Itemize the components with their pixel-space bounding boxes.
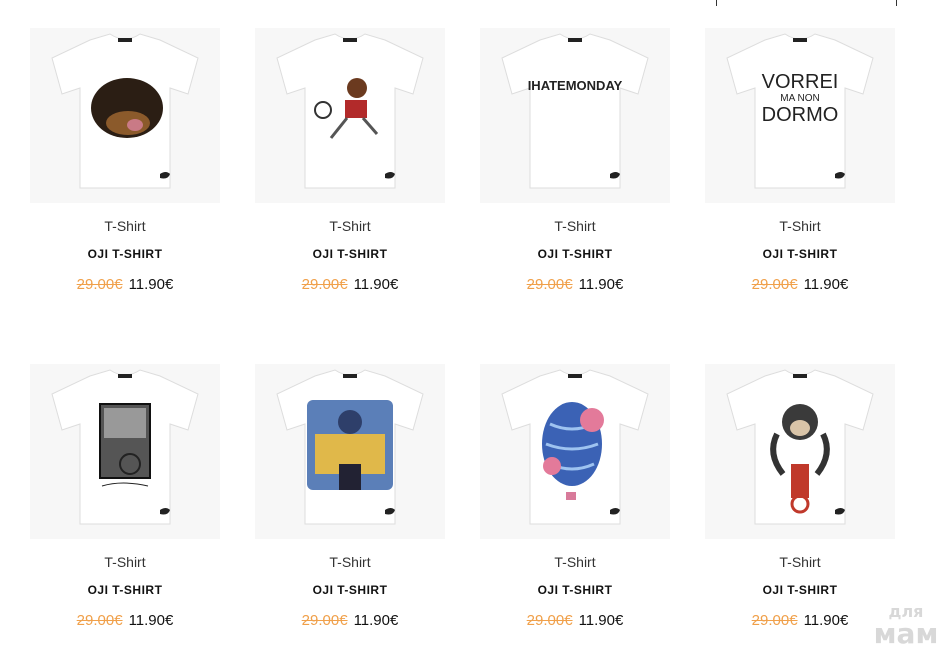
tennis-cartoon-print xyxy=(347,78,367,98)
tshirt-image xyxy=(276,33,424,189)
product-image[interactable]: VORREI MA NON DORMO xyxy=(705,28,895,203)
product-name[interactable]: OJI T-SHIRT xyxy=(255,583,445,597)
tshirt-image xyxy=(276,369,424,525)
product-category[interactable]: T-Shirt xyxy=(480,218,670,234)
product-name[interactable]: OJI T-SHIRT xyxy=(480,247,670,261)
product-name[interactable]: OJI T-SHIRT xyxy=(705,247,895,261)
sale-price: 11.90€ xyxy=(578,276,624,293)
product-price: 29.00€ 11.90€ xyxy=(705,276,895,293)
product-price: 29.00€ 11.90€ xyxy=(480,612,670,629)
watermark-line-2: мам xyxy=(873,617,939,650)
product-category[interactable]: T-Shirt xyxy=(255,218,445,234)
old-price: 29.00€ xyxy=(526,612,573,629)
tshirt-image: VORREI MA NON DORMO xyxy=(726,33,874,189)
product-image[interactable] xyxy=(255,364,445,539)
product-category[interactable]: T-Shirt xyxy=(480,554,670,570)
sale-price: 11.90€ xyxy=(353,612,399,629)
sale-price: 11.90€ xyxy=(803,276,849,293)
tshirt-image xyxy=(501,369,649,525)
product-price: 29.00€ 11.90€ xyxy=(480,276,670,293)
product-name[interactable]: OJI T-SHIRT xyxy=(30,583,220,597)
old-price: 29.00€ xyxy=(301,612,348,629)
old-price: 29.00€ xyxy=(76,612,123,629)
print-text: DORMO xyxy=(762,104,839,126)
product-grid: T-Shirt OJI T-SHIRT 29.00€ 11.90€ T-Shirt… xyxy=(0,0,951,658)
product-name[interactable]: OJI T-SHIRT xyxy=(30,247,220,261)
product-price: 29.00€ 11.90€ xyxy=(30,276,220,293)
print-text: VORREI xyxy=(762,71,839,93)
product-name[interactable]: OJI T-SHIRT xyxy=(480,583,670,597)
product-price: 29.00€ 11.90€ xyxy=(30,612,220,629)
print-text: IHATEMONDAY xyxy=(528,78,623,93)
tshirt-image xyxy=(51,369,199,525)
product-category[interactable]: T-Shirt xyxy=(705,218,895,234)
product-price: 29.00€ 11.90€ xyxy=(255,612,445,629)
old-price: 29.00€ xyxy=(751,276,798,293)
product-image[interactable] xyxy=(705,364,895,539)
tshirt-image xyxy=(726,369,874,525)
sale-price: 11.90€ xyxy=(128,276,174,293)
old-price: 29.00€ xyxy=(76,276,123,293)
old-price: 29.00€ xyxy=(526,276,573,293)
product-image[interactable] xyxy=(480,364,670,539)
product-category[interactable]: T-Shirt xyxy=(30,554,220,570)
product-image[interactable] xyxy=(30,28,220,203)
print-text: MA NON xyxy=(780,93,819,104)
watermark-logo: для мам xyxy=(866,604,946,648)
product-price: 29.00€ 11.90€ xyxy=(255,276,445,293)
sale-price: 11.90€ xyxy=(128,612,174,629)
old-price: 29.00€ xyxy=(301,276,348,293)
tshirt-image xyxy=(51,33,199,189)
product-image[interactable] xyxy=(30,364,220,539)
old-price: 29.00€ xyxy=(751,612,798,629)
product-name[interactable]: OJI T-SHIRT xyxy=(255,247,445,261)
product-image[interactable]: IHATEMONDAY xyxy=(480,28,670,203)
sale-price: 11.90€ xyxy=(803,612,849,629)
product-image[interactable] xyxy=(255,28,445,203)
product-category[interactable]: T-Shirt xyxy=(255,554,445,570)
tshirt-image: IHATEMONDAY xyxy=(501,33,649,189)
product-name[interactable]: OJI T-SHIRT xyxy=(705,583,895,597)
sale-price: 11.90€ xyxy=(578,612,624,629)
product-category[interactable]: T-Shirt xyxy=(705,554,895,570)
product-category[interactable]: T-Shirt xyxy=(30,218,220,234)
sale-price: 11.90€ xyxy=(353,276,399,293)
